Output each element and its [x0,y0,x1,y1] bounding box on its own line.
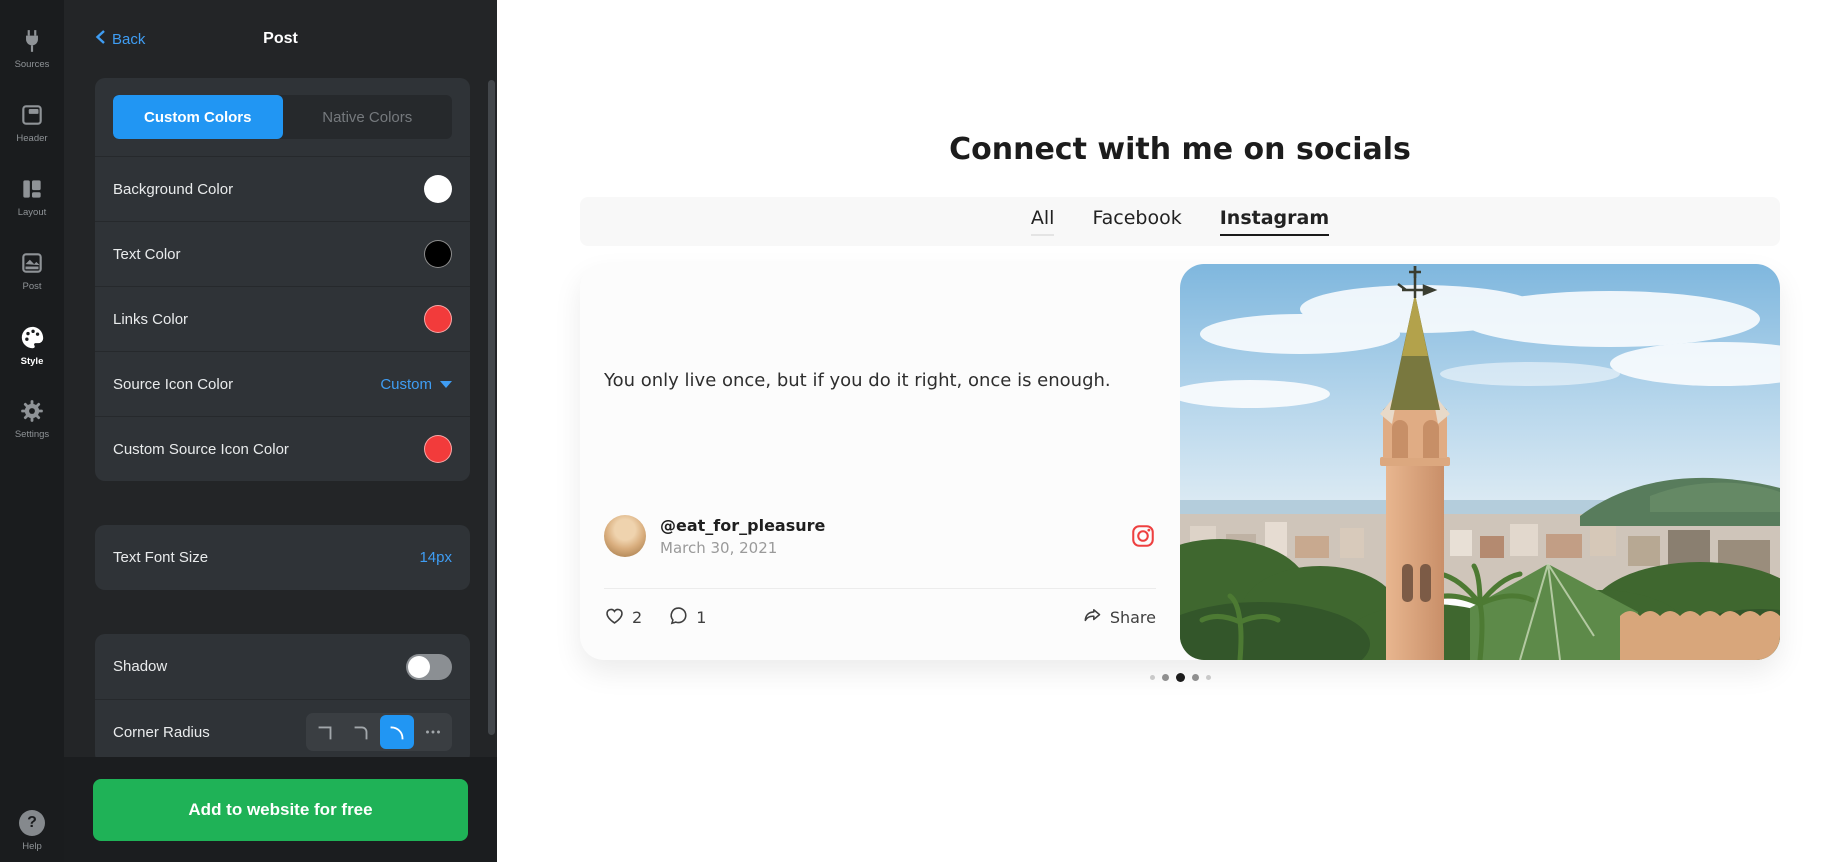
plug-icon [19,28,45,54]
question-icon: ? [19,810,45,836]
heart-icon [604,605,625,630]
pagination-dot[interactable] [1191,674,1199,681]
sidebar-item-post[interactable]: Post [0,234,64,308]
share-icon [1082,605,1103,630]
divider [604,588,1156,589]
appearance-card: Shadow Corner Radius [95,634,470,757]
sidebar-item-label: Style [20,355,44,367]
comments-count: 1 [696,608,707,627]
sidebar-item-label: Settings [14,429,50,440]
source-filter-tabbar: All Facebook Instagram [580,197,1780,246]
avatar[interactable] [604,515,646,557]
corner-radius-options [306,713,452,751]
shadow-row[interactable]: Shadow [95,634,470,699]
panel-header: Back Post [64,0,497,78]
corner-small-radius-icon[interactable] [344,715,378,749]
post-text: You only live once, but if you do it rig… [604,370,1111,391]
back-label: Back [112,30,146,48]
sidebar-item-label: Layout [17,207,47,218]
comments-button[interactable]: 1 [668,605,706,630]
app-window: Sources Header Layout Post Style Setting… [0,0,1826,862]
comment-icon [668,605,689,630]
post-author-row: @eat_for_pleasure March 30, 2021 [604,515,1156,557]
settings-panel: Back Post Custom Colors Native Colors Ba… [64,0,497,862]
pagination-dot[interactable] [1161,674,1169,681]
corner-radius-row[interactable]: Corner Radius [95,699,470,757]
custom-source-icon-color-swatch[interactable] [424,435,452,463]
post-photo[interactable] [1180,264,1780,660]
sidebar-item-style[interactable]: Style [0,308,64,382]
sidebar-item-sources[interactable]: Sources [0,12,64,86]
sidebar-item-header[interactable]: Header [0,86,64,160]
background-color-row[interactable]: Background Color [95,156,470,221]
custom-source-icon-color-row[interactable]: Custom Source Icon Color [95,416,470,481]
pagination-dots [580,673,1780,682]
author-handle[interactable]: @eat_for_pleasure [660,516,825,535]
add-to-website-button[interactable]: Add to website for free [93,778,468,841]
source-icon-color-row[interactable]: Source Icon Color Custom [95,351,470,416]
image-icon [19,250,45,276]
corner-sharp-icon[interactable] [308,715,342,749]
sidebar-item-label: Sources [14,59,50,70]
panel-scroll-area: Custom Colors Native Colors Background C… [64,78,497,757]
palette-icon [19,324,46,351]
text-font-size-row[interactable]: Text Font Size 14px [95,525,470,590]
engagement-row: 2 1 Share [604,605,1156,630]
sidebar-item-label: Post [22,281,42,292]
pagination-dot[interactable] [1205,675,1211,680]
post-card: You only live once, but if you do it rig… [580,264,1780,660]
source-icon-color-dropdown[interactable]: Custom [380,376,452,393]
colors-card: Custom Colors Native Colors Background C… [95,78,470,481]
sidebar-item-layout[interactable]: Layout [0,160,64,234]
tab-instagram[interactable]: Instagram [1219,207,1330,236]
shadow-toggle[interactable] [406,653,452,680]
instagram-icon[interactable] [1130,523,1156,549]
sidebar-item-label: Help [22,841,42,852]
sidebar: Sources Header Layout Post Style Setting… [0,0,64,862]
panel-footer: Add to website for free [64,757,497,862]
back-button[interactable]: Back [95,29,145,49]
panel-scrollbar[interactable] [488,80,495,735]
color-mode-segmented-control: Custom Colors Native Colors [113,95,452,139]
share-button[interactable]: Share [1082,605,1156,630]
tab-facebook[interactable]: Facebook [1092,207,1181,236]
corner-more-icon[interactable] [416,715,450,749]
social-feed-widget: Connect with me on socials All Facebook … [580,132,1780,682]
text-color-row[interactable]: Text Color [95,221,470,286]
links-color-row[interactable]: Links Color [95,286,470,351]
chevron-down-icon [440,380,452,388]
chevron-left-icon [95,29,106,49]
background-color-swatch[interactable] [424,175,452,203]
custom-colors-button[interactable]: Custom Colors [113,95,283,139]
gear-icon [19,398,45,424]
text-color-swatch[interactable] [424,240,452,268]
font-size-card: Text Font Size 14px [95,525,470,590]
tab-all[interactable]: All [1030,207,1055,236]
post-content: You only live once, but if you do it rig… [580,264,1180,660]
corner-rounded-icon[interactable] [380,715,414,749]
pagination-dot[interactable] [1149,675,1155,680]
sidebar-item-help[interactable]: ? Help [0,810,64,852]
share-label: Share [1109,608,1156,627]
sidebar-item-label: Header [16,133,48,144]
toggle-knob [408,655,430,678]
widget-title: Connect with me on socials [949,132,1411,167]
header-icon [19,102,45,128]
layout-icon [19,176,45,202]
links-color-swatch[interactable] [424,305,452,333]
likes-button[interactable]: 2 [604,605,642,630]
pagination-dot[interactable] [1175,673,1185,682]
sidebar-item-settings[interactable]: Settings [0,382,64,456]
widget-preview: Connect with me on socials All Facebook … [497,0,1826,862]
likes-count: 2 [632,608,643,627]
text-font-size-value[interactable]: 14px [419,549,452,566]
native-colors-button[interactable]: Native Colors [283,95,453,139]
post-date: March 30, 2021 [660,538,778,557]
